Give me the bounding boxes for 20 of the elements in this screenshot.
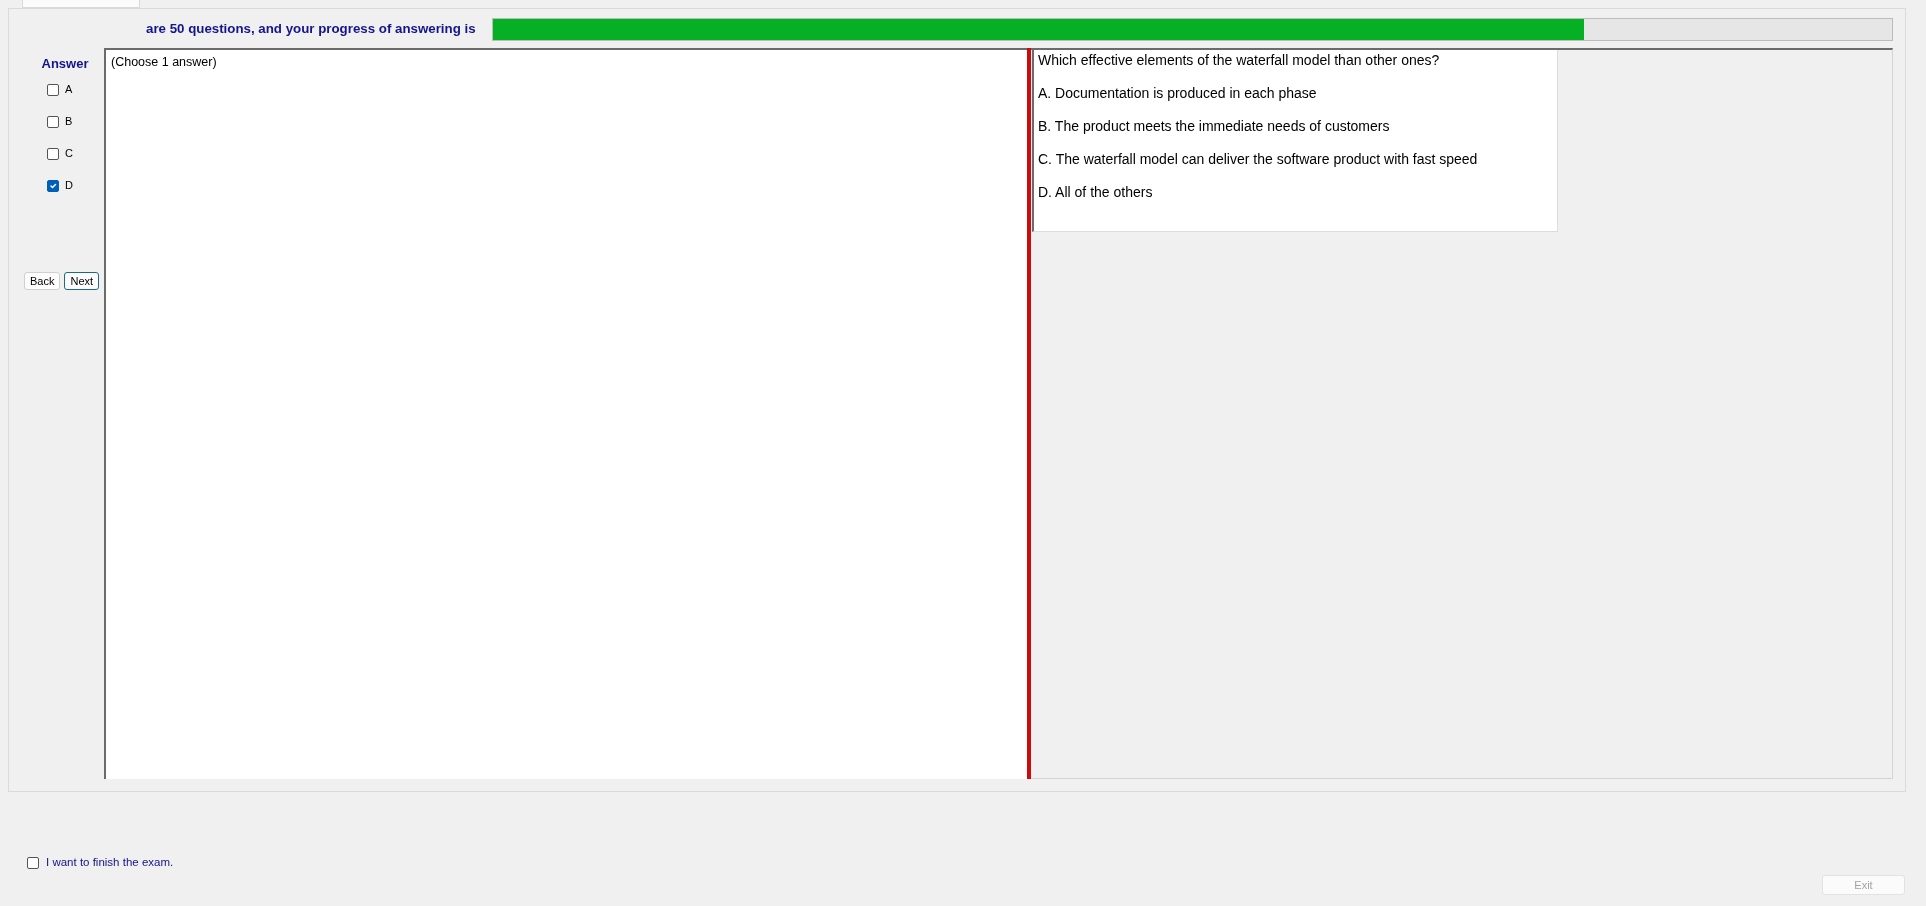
answer-checkbox[interactable] [47, 83, 59, 96]
choice-text: A. Documentation is produced in each phase [1038, 84, 1318, 102]
choice-text: B. The product meets the immediate needs of customers [1038, 117, 1391, 135]
answer-checkbox[interactable] [47, 179, 59, 192]
option-label: B [65, 115, 73, 128]
answer-checkbox[interactable] [47, 115, 59, 128]
option-label: C [65, 147, 73, 160]
choice-text: D. All of the others [1038, 183, 1154, 201]
nav-button[interactable]: Back [24, 272, 61, 290]
finish-checkbox[interactable] [27, 856, 39, 869]
nav-button[interactable]: Next [64, 272, 100, 290]
option-label: A [65, 83, 73, 96]
instruction-text: (Choose 1 answer) [111, 54, 218, 71]
choice-text: C. The waterfall model can deliver the software product with fast speed [1038, 150, 1479, 168]
answer-checkbox[interactable] [47, 147, 59, 160]
progress-label: are 50 questions, and your progress of answering is [146, 20, 476, 39]
question-text: Which effective elements of the waterfall model than other ones? [1038, 51, 1441, 69]
option-label: D [65, 179, 73, 192]
answer-heading: Answer [40, 56, 90, 72]
finish-label: I want to finish the exam. [46, 856, 174, 869]
